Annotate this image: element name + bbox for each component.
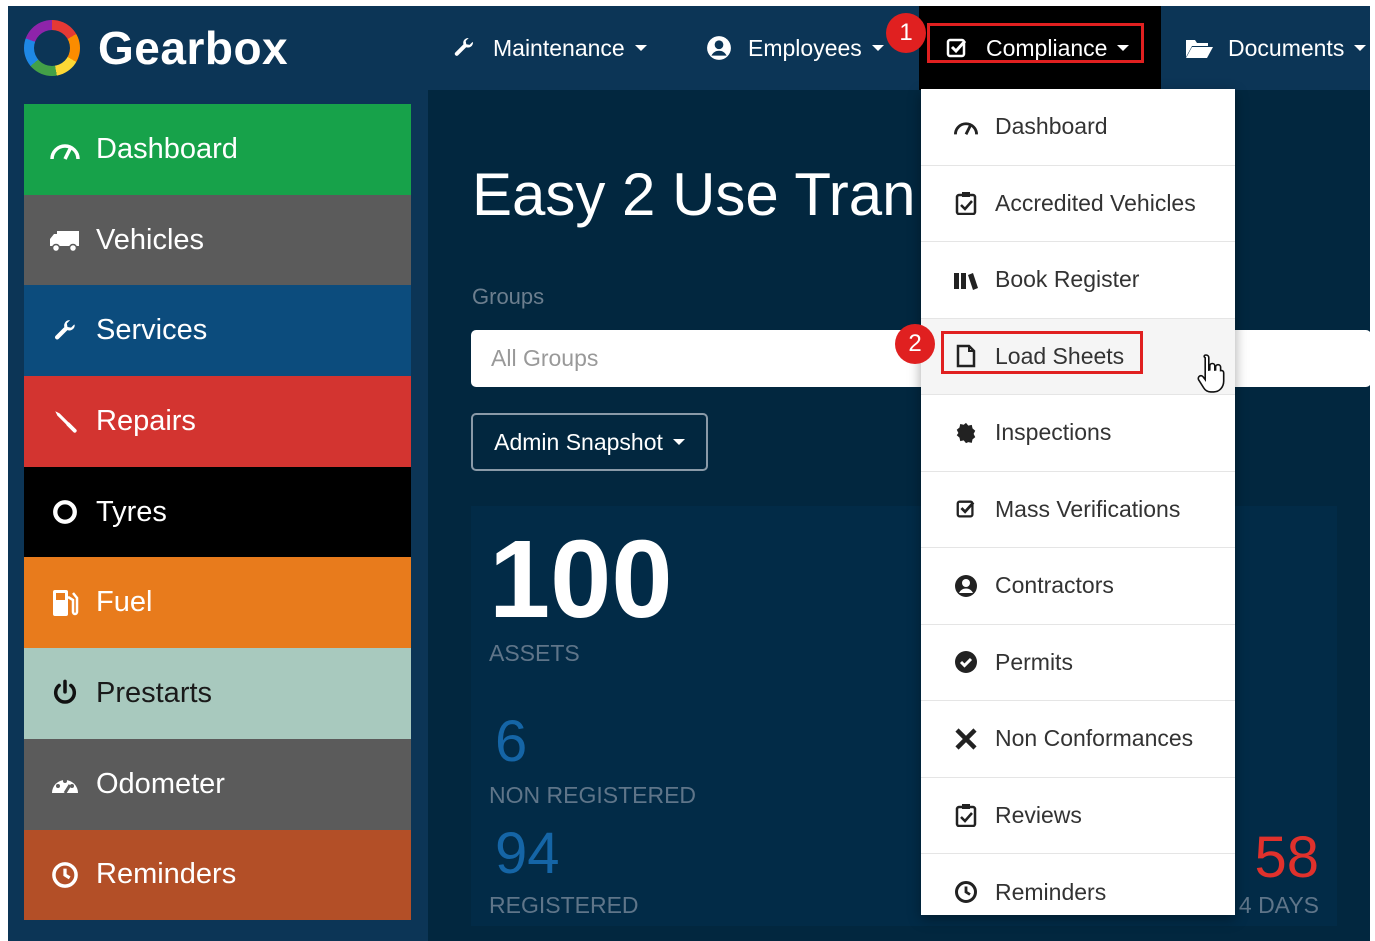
menu-item-label: Inspections <box>995 419 1112 446</box>
user-circle-icon <box>704 35 734 61</box>
nav-label: Documents <box>1228 34 1345 61</box>
sidebar-item-label: Services <box>96 314 208 347</box>
non-registered-count: 6 <box>495 709 528 774</box>
gearbox-ring-icon <box>24 20 80 76</box>
step-badge-1: 1 <box>886 13 926 53</box>
assets-count: 100 <box>489 518 673 641</box>
power-icon <box>48 679 82 707</box>
registered-label: REGISTERED <box>489 892 639 918</box>
books-icon <box>953 270 979 290</box>
menu-item-accredited-vehicles[interactable]: Accredited Vehicles <box>921 166 1235 242</box>
nav-documents[interactable]: Documents <box>1184 30 1367 66</box>
sidebar-item-label: Tyres <box>96 495 167 528</box>
check-circle-icon <box>953 650 979 674</box>
sidebar-item-repairs[interactable]: Repairs <box>24 376 411 467</box>
chevron-down-icon <box>634 45 647 51</box>
clock-icon <box>953 880 979 904</box>
highlight-compliance <box>927 23 1144 63</box>
due-days-label: 4 DAYS <box>1238 892 1319 918</box>
menu-item-inspections[interactable]: Inspections <box>921 395 1235 472</box>
nav-label: Employees <box>748 34 862 61</box>
admin-snapshot-button[interactable]: Admin Snapshot <box>471 413 708 471</box>
assets-label: ASSETS <box>489 640 580 666</box>
menu-item-reviews[interactable]: Reviews <box>921 778 1235 854</box>
sidebar-item-odometer[interactable]: Odometer <box>24 738 411 830</box>
fuel-pump-icon <box>48 588 82 618</box>
chevron-down-icon <box>672 439 685 445</box>
highlight-load-sheets <box>941 331 1143 374</box>
menu-item-label: Non Conformances <box>995 725 1194 752</box>
user-circle-icon <box>953 574 979 598</box>
menu-item-dashboard[interactable]: Dashboard <box>921 89 1235 166</box>
times-icon <box>953 727 979 751</box>
menu-item-label: Accredited Vehicles <box>995 189 1196 216</box>
sidebar: Dashboard Vehicles Services Repairs Tyre… <box>24 104 411 921</box>
menu-item-reminders[interactable]: Reminders <box>921 854 1235 931</box>
menu-item-label: Reminders <box>995 878 1107 905</box>
app-window: Gearbox Maintenance Employees Compliance <box>8 6 1370 941</box>
menu-item-label: Book Register <box>995 266 1140 293</box>
sidebar-item-label: Vehicles <box>96 223 205 256</box>
brand-name: Gearbox <box>98 22 289 74</box>
speedometer-icon <box>48 771 82 797</box>
check-square-icon <box>953 498 979 520</box>
sidebar-item-label: Reminders <box>96 858 237 891</box>
clipboard-check-icon <box>953 803 979 828</box>
clock-icon <box>48 861 82 889</box>
dashboard-gauge-icon <box>953 118 979 136</box>
sidebar-item-label: Repairs <box>96 404 196 437</box>
dashboard-gauge-icon <box>48 137 82 161</box>
registered-count: 94 <box>495 821 560 886</box>
chevron-down-icon <box>1354 45 1367 51</box>
menu-item-book-register[interactable]: Book Register <box>921 242 1235 319</box>
menu-item-label: Mass Verifications <box>995 495 1181 522</box>
ring-icon <box>48 499 82 525</box>
menu-item-label: Permits <box>995 648 1073 675</box>
brand-logo[interactable]: Gearbox <box>24 20 288 76</box>
menu-item-label: Dashboard <box>995 113 1108 140</box>
clipboard-check-icon <box>953 191 979 216</box>
menu-item-label: Reviews <box>995 801 1082 828</box>
sidebar-item-reminders[interactable]: Reminders <box>24 829 411 921</box>
sidebar-item-label: Fuel <box>96 586 153 619</box>
hand-pointer-cursor-icon <box>1197 354 1225 393</box>
sidebar-item-dashboard[interactable]: Dashboard <box>24 104 411 195</box>
sidebar-item-services[interactable]: Services <box>24 285 411 377</box>
wrench-icon <box>449 36 479 60</box>
screwdriver-icon <box>48 408 82 434</box>
due-count: 58 <box>1254 825 1319 890</box>
compliance-dropdown-menu: Dashboard Accredited Vehicles Book Regis… <box>921 89 1235 915</box>
nav-maintenance[interactable]: Maintenance <box>449 30 647 66</box>
wrench-icon <box>48 318 82 344</box>
sidebar-item-prestarts[interactable]: Prestarts <box>24 648 411 739</box>
page-title: Easy 2 Use Tran <box>472 161 916 228</box>
top-navbar: Gearbox Maintenance Employees Compliance <box>8 6 1370 90</box>
truck-icon <box>48 228 82 253</box>
nav-label: Maintenance <box>493 34 625 61</box>
sidebar-item-vehicles[interactable]: Vehicles <box>24 194 411 286</box>
step-badge-2: 2 <box>895 324 935 364</box>
sidebar-item-tyres[interactable]: Tyres <box>24 466 411 558</box>
sidebar-item-label: Dashboard <box>96 132 238 165</box>
chevron-down-icon <box>871 45 884 51</box>
gear-badge-icon <box>953 422 979 444</box>
admin-snapshot-label: Admin Snapshot <box>494 428 663 455</box>
groups-label: Groups <box>472 284 545 309</box>
non-registered-label: NON REGISTERED <box>489 782 697 808</box>
sidebar-item-fuel[interactable]: Fuel <box>24 557 411 649</box>
menu-item-contractors[interactable]: Contractors <box>921 548 1235 625</box>
nav-employees[interactable]: Employees <box>704 30 884 66</box>
menu-item-permits[interactable]: Permits <box>921 625 1235 701</box>
folder-open-icon <box>1184 36 1214 60</box>
sidebar-item-label: Prestarts <box>96 676 213 709</box>
menu-item-label: Contractors <box>995 572 1114 599</box>
sidebar-item-label: Odometer <box>96 767 225 800</box>
menu-item-non-conformances[interactable]: Non Conformances <box>921 701 1235 778</box>
menu-item-mass-verifications[interactable]: Mass Verifications <box>921 472 1235 548</box>
